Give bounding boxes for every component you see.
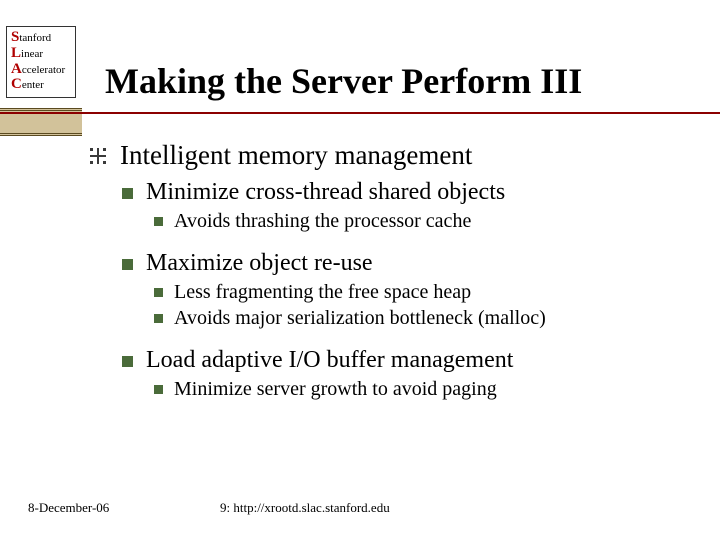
lvl2-text-1: Maximize object re-use (146, 250, 373, 276)
slac-logo: Stanford Linear Accelerator Center (6, 26, 76, 98)
bullet-level1: Intelligent memory management (90, 140, 700, 171)
logo-rest-2: inear (21, 48, 43, 60)
footer-date: 8-December-06 (28, 500, 109, 516)
bullet-level3: Less fragmenting the free space heap (152, 281, 700, 304)
logo-cap-c: C (11, 76, 22, 92)
logo-rest-3: ccelerator (22, 64, 65, 76)
lvl2-text-0: Minimize cross-thread shared objects (146, 179, 505, 205)
bullet-level3: Avoids major serialization bottleneck (m… (152, 307, 700, 330)
cross-bullet-icon (90, 148, 106, 164)
bullet-level3: Avoids thrashing the processor cache (152, 210, 700, 233)
content-area: Intelligent memory management Minimize c… (90, 140, 700, 404)
slide: Stanford Linear Accelerator Center Makin… (0, 0, 720, 540)
bullet-level2: Load adaptive I/O buffer management (120, 347, 700, 374)
lvl3-text-1-0: Less fragmenting the free space heap (174, 281, 471, 303)
logo-cap-l: L (11, 45, 21, 61)
lvl3-text-1-1: Avoids major serialization bottleneck (m… (174, 307, 546, 329)
bullet-level2: Maximize object re-use (120, 250, 700, 277)
lvl2-text-2: Load adaptive I/O buffer management (146, 347, 513, 373)
slide-title: Making the Server Perform III (105, 60, 582, 102)
bullet-level3: Minimize server growth to avoid paging (152, 378, 700, 401)
footer-ref: 9: http://xrootd.slac.stanford.edu (220, 500, 390, 516)
logo-cap-a: A (11, 61, 22, 77)
lvl1-text: Intelligent memory management (120, 140, 472, 170)
title-underline (0, 112, 720, 114)
lvl3-text-2-0: Minimize server growth to avoid paging (174, 378, 497, 400)
bullet-level2: Minimize cross-thread shared objects (120, 179, 700, 206)
logo-rest-4: enter (22, 79, 44, 91)
logo-rest-1: tanford (19, 32, 51, 44)
lvl3-text-0-0: Avoids thrashing the processor cache (174, 210, 471, 232)
